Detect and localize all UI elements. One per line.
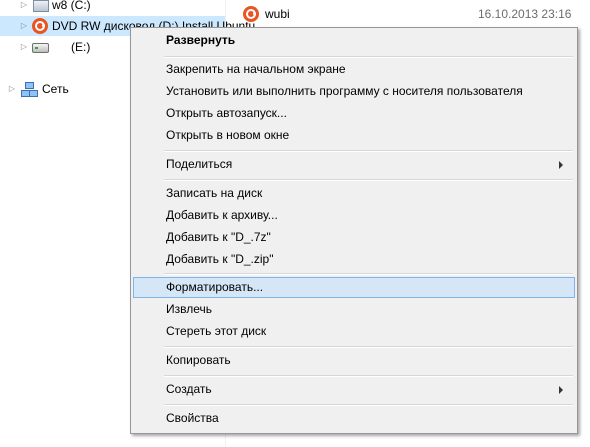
context-menu: Развернуть Закрепить на начальном экране… <box>130 27 578 434</box>
menu-item-label: Открыть в новом окне <box>166 128 290 142</box>
network-icon <box>21 81 38 97</box>
menu-item-add-to-zip[interactable]: Добавить к "D_.zip" <box>133 249 575 270</box>
menu-item-format[interactable]: Форматировать... <box>133 277 575 298</box>
windows-drive-icon <box>33 0 49 13</box>
menu-separator <box>164 179 573 181</box>
menu-item-share[interactable]: Поделиться <box>133 154 575 175</box>
menu-item-eject[interactable]: Извлечь <box>133 299 575 320</box>
ubuntu-icon <box>32 18 48 34</box>
expand-arrow-icon[interactable]: ▷ <box>19 37 29 57</box>
menu-item-label: Извлечь <box>166 302 213 316</box>
expand-arrow-icon[interactable]: ▷ <box>19 16 29 36</box>
menu-item-burn-to-disc[interactable]: Записать на диск <box>133 183 575 204</box>
menu-item-label: Установить или выполнить программу с нос… <box>166 84 523 98</box>
menu-item-install-run-program[interactable]: Установить или выполнить программу с нос… <box>133 81 575 102</box>
menu-item-open-autoplay[interactable]: Открыть автозапуск... <box>133 103 575 124</box>
menu-item-label: Открыть автозапуск... <box>166 106 287 120</box>
menu-separator <box>164 273 573 275</box>
ubuntu-icon <box>243 4 259 22</box>
tree-item-drive-c[interactable]: ▷ w8 (C:) <box>0 0 225 15</box>
menu-item-new[interactable]: Создать <box>133 379 575 400</box>
file-row[interactable]: wubi 16.10.2013 23:16 <box>243 4 590 24</box>
removable-drive-icon <box>32 39 49 55</box>
file-date: 16.10.2013 23:16 <box>478 7 572 21</box>
tree-item-label: Сеть <box>42 82 69 96</box>
menu-item-label: Создать <box>166 382 212 396</box>
submenu-arrow-icon <box>559 386 563 394</box>
menu-item-expand[interactable]: Развернуть <box>133 30 575 51</box>
menu-item-label: Поделиться <box>166 157 233 171</box>
menu-item-label: Записать на диск <box>166 186 263 200</box>
menu-item-add-to-7z[interactable]: Добавить к "D_.7z" <box>133 227 575 248</box>
menu-item-pin-to-start[interactable]: Закрепить на начальном экране <box>133 59 575 80</box>
submenu-arrow-icon <box>559 161 563 169</box>
menu-item-add-to-archive[interactable]: Добавить к архиву... <box>133 205 575 226</box>
tree-item-label: (E:) <box>71 40 91 54</box>
menu-item-label: Свойства <box>166 411 219 425</box>
menu-item-open-new-window[interactable]: Открыть в новом окне <box>133 125 575 146</box>
menu-item-label: Стереть этот диск <box>166 324 267 338</box>
menu-item-label: Развернуть <box>166 33 236 47</box>
file-name: wubi <box>265 7 290 21</box>
menu-item-label: Добавить к "D_.7z" <box>166 230 271 244</box>
tree-item-label: w8 (C:) <box>52 0 91 12</box>
menu-separator <box>164 375 573 377</box>
menu-item-properties[interactable]: Свойства <box>133 408 575 429</box>
menu-item-label: Форматировать... <box>166 280 264 294</box>
menu-item-copy[interactable]: Копировать <box>133 350 575 371</box>
expand-arrow-icon[interactable]: ▷ <box>19 0 29 15</box>
menu-item-label: Добавить к архиву... <box>166 208 278 222</box>
menu-item-label: Добавить к "D_.zip" <box>166 252 274 266</box>
menu-item-label: Закрепить на начальном экране <box>166 62 346 76</box>
menu-separator <box>164 150 573 152</box>
menu-separator <box>164 346 573 348</box>
menu-separator <box>164 404 573 406</box>
menu-separator <box>164 56 573 58</box>
menu-item-erase-disc[interactable]: Стереть этот диск <box>133 321 575 342</box>
expand-arrow-icon[interactable]: ▷ <box>7 79 17 99</box>
explorer-window: ▷ w8 (C:) ▷ DVD RW дисковод (D:) Install… <box>0 0 590 447</box>
menu-item-label: Копировать <box>166 353 231 367</box>
